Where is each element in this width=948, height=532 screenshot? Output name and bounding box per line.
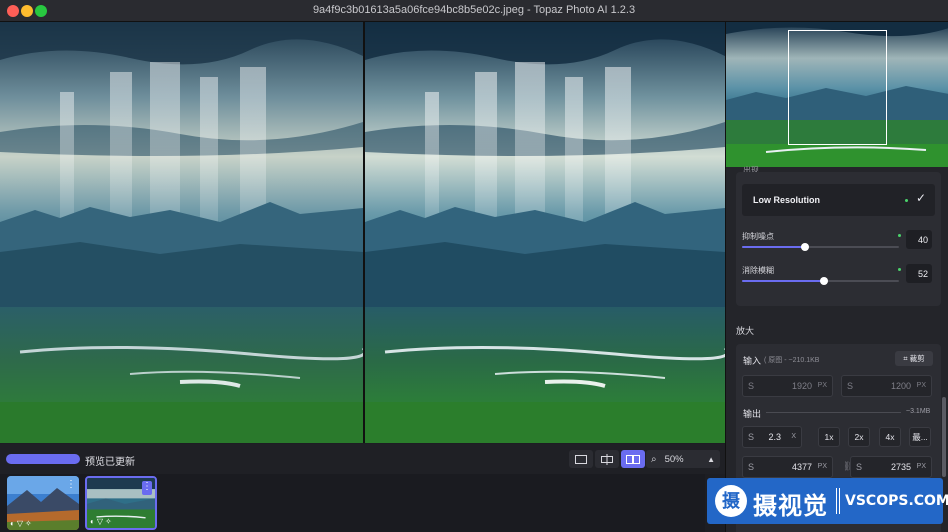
app-window: 9a4f9c3b01613a5a06fce94bc8b5e02c.jpeg - …: [0, 0, 948, 532]
preview-status-text: 预览已更新: [85, 457, 135, 468]
input-height-value: 1200: [890, 381, 911, 391]
blur-slider-label: 消除模糊: [742, 266, 774, 275]
active-indicator-dot: [905, 199, 908, 202]
original-preview[interactable]: [0, 22, 363, 443]
thumbnail-menu-icon[interactable]: ⋮: [142, 481, 152, 495]
scale-4x-button[interactable]: 4x: [879, 427, 901, 447]
preview-progress-bar: [6, 454, 80, 464]
noise-slider-label: 抑制噪点: [742, 232, 774, 241]
blur-slider-fill: [742, 280, 824, 282]
blur-value-input[interactable]: 52: [906, 264, 932, 283]
noise-value-input[interactable]: 40: [906, 230, 932, 249]
field-prefix: S: [748, 432, 755, 442]
watermark-en-text: VSCOPS.COM: [845, 493, 948, 509]
field-prefix: S: [748, 462, 755, 472]
output-divider: [766, 412, 901, 413]
thumbnail-status-icons: ◐▽✧: [10, 519, 34, 528]
landscape-image: [0, 22, 363, 443]
output-height-field[interactable]: S 2735 PX: [850, 456, 932, 478]
output-width-field[interactable]: S 4377 PX: [742, 456, 833, 478]
watermark-cn-text: 摄视觉: [753, 493, 828, 520]
panel-scrollbar[interactable]: [942, 397, 946, 477]
blur-slider-handle[interactable]: [820, 277, 828, 285]
checkmark-icon: ✓: [916, 191, 927, 205]
watermark-seal: 摄: [715, 485, 747, 517]
input-meta: ( 原图 - ~210.1KB: [764, 357, 820, 364]
input-width-value: 1920: [791, 381, 812, 391]
scale-factor-input[interactable]: S 2.3 X: [742, 426, 802, 448]
output-width-value: 4377: [791, 462, 812, 472]
output-label: 输出: [743, 409, 762, 419]
caret-up-icon: ▲: [707, 454, 715, 464]
blur-slider[interactable]: [742, 277, 899, 285]
noise-slider[interactable]: [742, 243, 899, 251]
noise-active-dot: [898, 234, 901, 237]
model-option-low-resolution[interactable]: Low Resolution ✓: [742, 184, 935, 216]
side-by-side-icon: [626, 454, 640, 464]
navigator-viewport-frame[interactable]: [788, 30, 887, 145]
scale-factor-value: 2.3: [768, 432, 781, 442]
landscape-image-enhanced: [365, 22, 725, 443]
input-height-field: S 1200 PX: [841, 375, 932, 397]
magnifier-icon: ⌕: [651, 453, 657, 465]
input-label: 输入: [743, 356, 762, 366]
unit-label: PX: [817, 463, 827, 470]
scale-1x-button[interactable]: 1x: [818, 427, 840, 447]
crop-icon: ⌗: [903, 354, 908, 363]
thumbnail-item-selected[interactable]: ⋮ ◐▽✧: [85, 476, 157, 530]
enhance-settings-card: Low Resolution ✓ 抑制噪点 40 消除模糊 52: [736, 172, 941, 306]
output-height-value: 2735: [890, 462, 911, 472]
window-title: 9a4f9c3b01613a5a06fce94bc8b5e02c.jpeg - …: [312, 4, 636, 16]
unit-label: PX: [916, 463, 926, 470]
zoom-value: 50%: [664, 453, 684, 465]
zoom-select[interactable]: ⌕ 50% ▲: [646, 450, 720, 468]
preview-toolbar: 预览已更新 ⌕ 50% ▲: [0, 444, 725, 474]
unit-label: PX: [817, 382, 827, 389]
thumbnail-strip: ⋮ ◐▽✧ ⋮ ◐▽✧: [0, 474, 705, 532]
scale-2x-button[interactable]: 2x: [848, 427, 870, 447]
crop-label: 裁剪: [909, 354, 925, 363]
navigator-preview[interactable]: [726, 22, 948, 167]
blur-active-dot: [898, 268, 901, 271]
input-width-field: S 1920 PX: [742, 375, 833, 397]
output-file-size: ~3.1MB: [906, 408, 931, 415]
model-label: Low Resolution: [753, 195, 820, 205]
settings-panel: 出现 Low Resolution ✓ 抑制噪点 40 消除模糊 52 放大 输…: [725, 22, 948, 532]
field-prefix: S: [856, 462, 863, 472]
processed-preview[interactable]: [365, 22, 725, 443]
view-mode-group: [569, 450, 645, 468]
unit-label: PX: [916, 382, 926, 389]
scale-unit: X: [791, 433, 796, 440]
crop-button[interactable]: ⌗ 裁剪: [895, 351, 933, 366]
watermark-divider: [836, 488, 840, 514]
field-prefix: S: [748, 381, 755, 391]
watermark-logo: 摄 摄视觉 VSCOPS.COM: [707, 478, 948, 524]
title-bar: 9a4f9c3b01613a5a06fce94bc8b5e02c.jpeg - …: [0, 0, 948, 22]
thumbnail-item[interactable]: ⋮ ◐▽✧: [7, 476, 79, 530]
single-view-button[interactable]: [569, 450, 593, 468]
split-view-icon: [601, 453, 613, 465]
thumbnail-menu-icon[interactable]: ⋮: [66, 479, 76, 493]
single-view-icon: [575, 454, 587, 464]
noise-slider-handle[interactable]: [801, 243, 809, 251]
split-view-button[interactable]: [595, 450, 619, 468]
side-by-side-view-button[interactable]: [621, 450, 645, 468]
field-prefix: S: [847, 381, 854, 391]
scale-max-button[interactable]: 最...: [909, 427, 931, 447]
noise-slider-fill: [742, 246, 805, 248]
upscale-section-title: 放大: [736, 326, 755, 336]
thumbnail-status-icons: ◐▽✧: [90, 517, 114, 526]
